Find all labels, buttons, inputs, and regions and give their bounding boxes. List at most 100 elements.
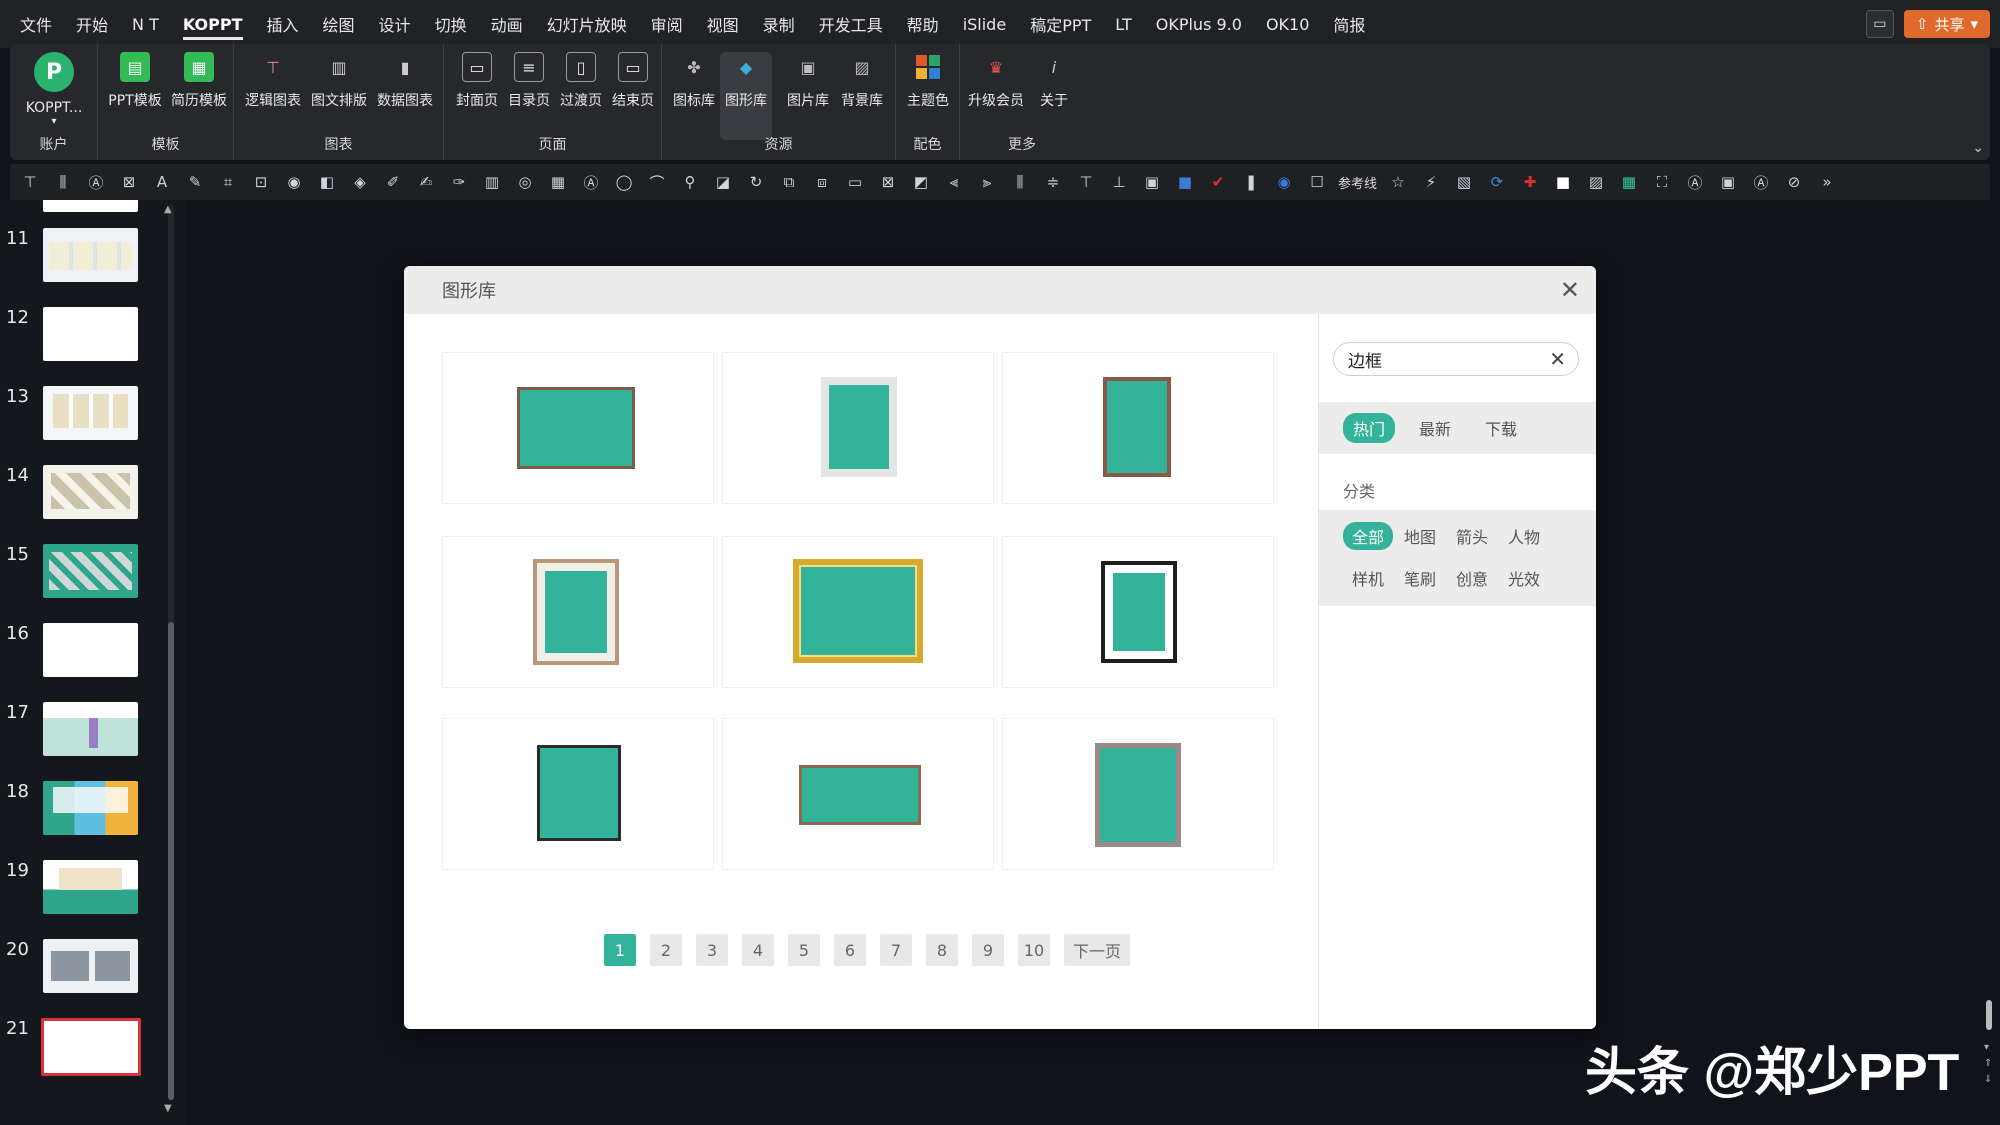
menu-slideshow[interactable]: 幻灯片放映 <box>547 12 627 36</box>
koppt-account-button[interactable]: P KOPPT... ▾ <box>18 52 90 127</box>
link-icon[interactable]: ⊘ <box>1782 171 1806 193</box>
menu-design[interactable]: 设计 <box>379 12 411 36</box>
next-page-button[interactable]: 下一页 <box>1064 934 1130 966</box>
upgrade-member-button[interactable]: ♛ 升级会员 <box>964 52 1028 110</box>
slide-row[interactable]: 20 <box>0 939 170 999</box>
slide-thumbnail[interactable] <box>43 544 138 598</box>
menu-view[interactable]: 视图 <box>707 12 739 36</box>
page-button-9[interactable]: 9 <box>972 934 1004 966</box>
category-brush[interactable]: 笔刷 <box>1395 564 1445 592</box>
quote-icon[interactable]: ❚ <box>1239 171 1263 193</box>
data-chart-button[interactable]: ▮ 数据图表 <box>374 52 436 110</box>
slide-thumbnail[interactable] <box>43 307 138 361</box>
layer-icon[interactable]: ◪ <box>711 171 735 193</box>
fill-icon[interactable]: ◧ <box>315 171 339 193</box>
shape-item[interactable] <box>1002 718 1274 870</box>
select-icon[interactable]: ▣ <box>1140 171 1164 193</box>
photo-icon[interactable]: ▧ <box>1452 171 1476 193</box>
text-frame-icon[interactable]: Ⓐ <box>1683 171 1707 193</box>
clear-search-icon[interactable]: ✕ <box>1549 347 1566 371</box>
shape-icon[interactable]: ◯ <box>612 171 636 193</box>
sort-tab-download[interactable]: 下载 <box>1475 413 1527 443</box>
transition-page-button[interactable]: ▯ 过渡页 <box>556 52 606 110</box>
frame-icon[interactable]: ▭ <box>843 171 867 193</box>
slide-thumbnail[interactable] <box>43 228 138 282</box>
category-all[interactable]: 全部 <box>1343 522 1393 550</box>
category-creative[interactable]: 创意 <box>1447 564 1497 592</box>
menu-transitions[interactable]: 切换 <box>435 12 467 36</box>
menu-developer[interactable]: 开发工具 <box>819 12 883 36</box>
align-right-icon[interactable]: ⫸ <box>975 171 999 193</box>
slide-row[interactable]: 21 <box>0 1018 170 1078</box>
canvas-scrollbar-thumb[interactable] <box>1986 1000 1992 1030</box>
page-button-2[interactable]: 2 <box>650 934 682 966</box>
menu-islide[interactable]: iSlide <box>963 15 1007 34</box>
slide-thumbnail[interactable] <box>43 200 138 212</box>
star-icon[interactable]: ☆ <box>1386 171 1410 193</box>
about-button[interactable]: i 关于 <box>1032 52 1076 110</box>
image-text-layout-button[interactable]: ▥ 图文排版 <box>308 52 370 110</box>
page-button-3[interactable]: 3 <box>696 934 728 966</box>
merge-shape-icon[interactable]: ◎ <box>513 171 537 193</box>
table-icon[interactable]: ▦ <box>546 171 570 193</box>
curve-icon[interactable]: ⌒ <box>645 171 669 193</box>
rotate-icon[interactable]: ↻ <box>744 171 768 193</box>
pen-icon[interactable]: ✎ <box>183 171 207 193</box>
slide-row[interactable]: 12 <box>0 307 170 367</box>
menu-ok10[interactable]: OK10 <box>1266 15 1309 34</box>
page-button-1[interactable]: 1 <box>604 934 636 966</box>
slide-thumbnail[interactable] <box>43 702 138 756</box>
shape-item[interactable] <box>442 352 714 504</box>
crop-icon[interactable]: ⌗ <box>216 171 240 193</box>
page-button-4[interactable]: 4 <box>742 934 774 966</box>
category-map[interactable]: 地图 <box>1395 522 1445 550</box>
menu-nt[interactable]: N T <box>132 15 159 34</box>
text-frame2-icon[interactable]: Ⓐ <box>1749 171 1773 193</box>
slide-thumbnail[interactable] <box>43 623 138 677</box>
menu-draw[interactable]: 绘图 <box>323 12 355 36</box>
cycle-icon[interactable]: ⟳ <box>1485 171 1509 193</box>
menu-koppt[interactable]: KOPPT <box>182 9 243 40</box>
scroll-up-icon[interactable]: ▲ <box>164 204 172 215</box>
sort-tab-latest[interactable]: 最新 <box>1409 413 1461 443</box>
icon-library-button[interactable]: ✤ 图标库 <box>668 52 720 110</box>
category-people[interactable]: 人物 <box>1499 522 1549 550</box>
menu-home[interactable]: 开始 <box>76 12 108 36</box>
slide-row[interactable]: 18 <box>0 781 170 841</box>
blue-square-icon[interactable]: ■ <box>1173 171 1197 193</box>
align-top2-icon[interactable]: ⊤ <box>1074 171 1098 193</box>
slide-thumbnail[interactable] <box>43 860 138 914</box>
thumbnail-scrollbar-thumb[interactable] <box>168 622 174 1100</box>
slide-row[interactable]: 13 <box>0 386 170 446</box>
category-mockup[interactable]: 样机 <box>1343 564 1393 592</box>
eyedropper-icon[interactable]: ✐ <box>381 171 405 193</box>
slide-row[interactable]: 19 <box>0 860 170 920</box>
share-button[interactable]: ⇧ 共享 ▾ <box>1903 10 1990 38</box>
image-library-button[interactable]: ▣ 图片库 <box>782 52 834 110</box>
menu-jianbao[interactable]: 简报 <box>1333 12 1365 36</box>
more-icon[interactable]: » <box>1815 171 1839 193</box>
shape-item[interactable] <box>722 536 994 688</box>
menu-help[interactable]: 帮助 <box>907 12 939 36</box>
shape-item[interactable] <box>442 718 714 870</box>
circle-icon[interactable]: ◉ <box>282 171 306 193</box>
slide-row[interactable]: 17 <box>0 702 170 762</box>
chart-icon[interactable]: ▥ <box>480 171 504 193</box>
slide-row[interactable]: 11 <box>0 228 170 288</box>
slide-thumbnail-current[interactable] <box>41 1018 141 1076</box>
ungroup-icon[interactable]: ⧈ <box>810 171 834 193</box>
ppt-template-button[interactable]: ▤ PPT模板 <box>104 52 166 110</box>
red-mark-icon[interactable]: ✔ <box>1206 171 1230 193</box>
reference-line-checkbox[interactable]: ☐ <box>1305 171 1329 193</box>
menu-lt[interactable]: LT <box>1115 15 1131 34</box>
slide-row[interactable]: 15 <box>0 544 170 604</box>
shape-x-icon[interactable]: ⊠ <box>117 171 141 193</box>
page-button-8[interactable]: 8 <box>926 934 958 966</box>
slide-thumbnail[interactable] <box>43 939 138 993</box>
slide-thumbnail[interactable] <box>43 386 138 440</box>
slide-thumbnail[interactable] <box>43 781 138 835</box>
expand-icon[interactable]: ⛶ <box>1650 171 1674 193</box>
white-square-icon[interactable]: ■ <box>1551 171 1575 193</box>
scroll-down-icon[interactable]: ▼ <box>164 1103 172 1114</box>
sort-tab-hot[interactable]: 热门 <box>1343 413 1396 443</box>
